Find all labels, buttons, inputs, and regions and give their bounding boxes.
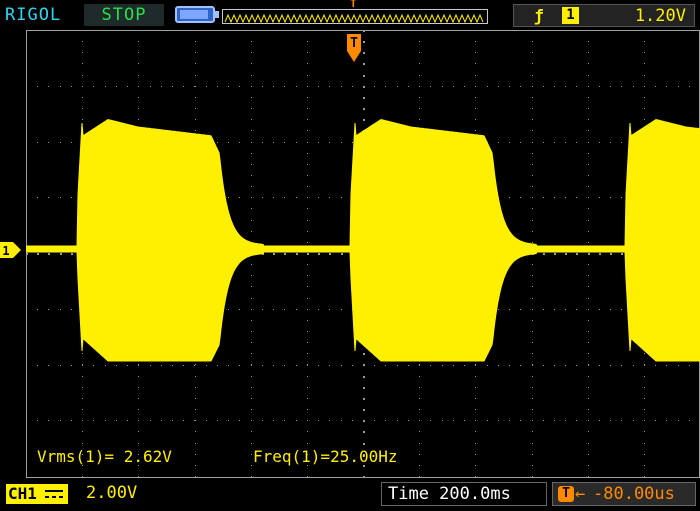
trigger-offset-setting[interactable]: T ← -80.00us xyxy=(552,482,696,506)
channel1-volts-per-div[interactable]: 2.00V xyxy=(86,483,137,503)
channel1-label: CH1 xyxy=(8,484,37,503)
run-stop-status[interactable]: STOP xyxy=(84,4,164,26)
trigger-offset-icon: T xyxy=(558,486,574,502)
waveform-overview-bar[interactable] xyxy=(222,9,488,24)
vrms-measurement: Vrms(1)= 2.62V xyxy=(37,447,172,466)
left-arrow-icon: ← xyxy=(575,484,586,504)
bottom-status-bar: CH1 2.00V Time 200.0ms T ← -80.00us xyxy=(0,480,700,511)
scope-canvas: T xyxy=(26,30,700,478)
trigger-settings[interactable]: ƒ 1 1.20V xyxy=(513,4,695,27)
brand-logo: RIGOL xyxy=(5,5,62,25)
channel1-ground-marker[interactable]: 1 xyxy=(0,242,22,259)
trigger-offset-value: -80.00us xyxy=(593,484,675,504)
trigger-level: 1.20V xyxy=(634,6,686,26)
frequency-measurement: Freq(1)=25.00Hz xyxy=(253,447,398,466)
channel1-marker-label: 1 xyxy=(2,244,9,258)
trigger-position-label: T xyxy=(350,36,358,51)
top-status-bar: RIGOL STOP T ƒ 1 1.20V xyxy=(0,0,700,30)
channel1-badge[interactable]: CH1 xyxy=(6,484,68,504)
rising-edge-icon: ƒ xyxy=(534,6,544,25)
timebase-setting[interactable]: Time 200.0ms xyxy=(381,482,547,506)
overview-wave xyxy=(224,13,484,24)
memory-depth-icon xyxy=(175,6,219,23)
trigger-source-badge: 1 xyxy=(562,7,579,24)
trigger-position-marker: T xyxy=(347,34,361,62)
waveform-display[interactable]: T xyxy=(26,30,700,478)
channel1-waveform xyxy=(26,118,700,362)
overview-trigger-marker: T xyxy=(350,0,357,10)
dc-coupling-icon xyxy=(45,490,63,498)
